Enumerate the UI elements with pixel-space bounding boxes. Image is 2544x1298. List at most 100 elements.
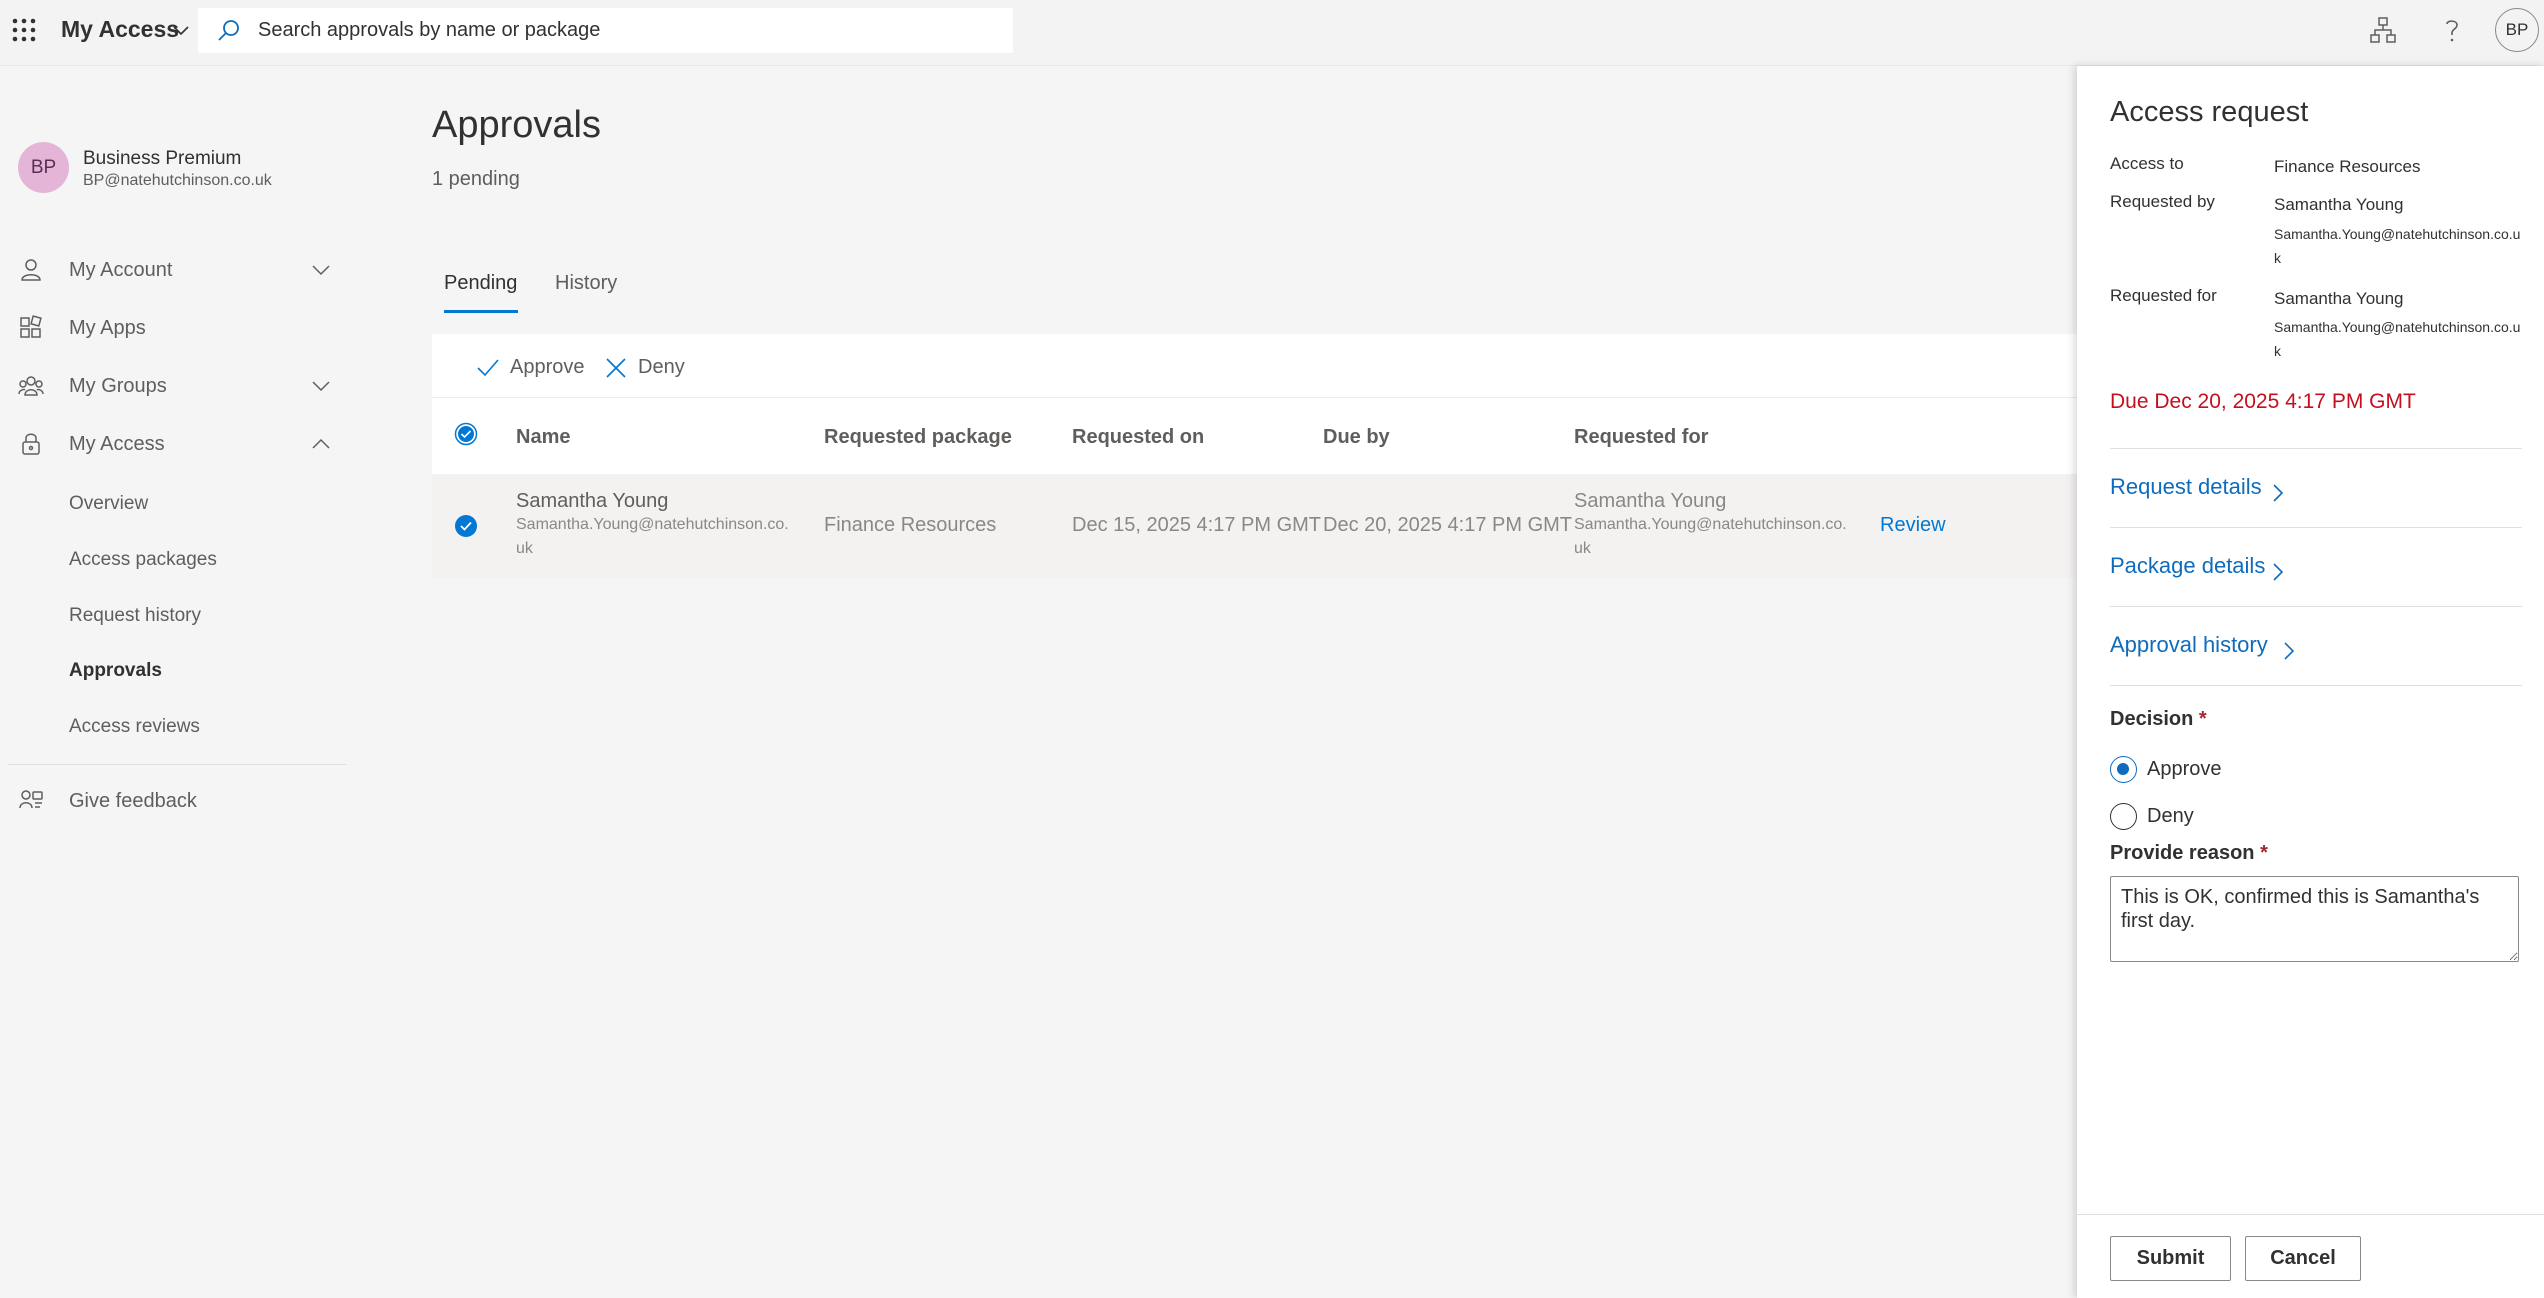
sidebar-item-label: My Account [69,259,173,281]
request-details-label: Request details [2110,474,2262,499]
groups-icon [18,376,44,396]
due-date: Due Dec 20, 2025 4:17 PM GMT [2110,390,2416,413]
package-details-expander[interactable]: Package details [2110,553,2284,587]
select-all-checkbox[interactable] [454,422,478,446]
panel-title: Access request [2110,96,2309,128]
feedback-icon [19,790,43,809]
sidebar: BP Business Premium BP@natehutchinson.co… [0,66,350,1298]
submit-button[interactable]: Submit [2110,1236,2231,1281]
requested-by-name: Samantha Young [2274,195,2404,214]
column-header-requested-for[interactable]: Requested for [1574,426,1708,449]
active-tab-indicator [444,310,518,313]
user-email: BP@natehutchinson.co.uk [83,172,272,189]
cancel-button[interactable]: Cancel [2245,1236,2361,1281]
requested-for-label: Requested for [2110,286,2217,305]
approve-radio-circle[interactable] [2110,756,2137,783]
package-details-label: Package details [2110,553,2266,578]
lock-icon [22,433,40,455]
required-mark: * [2260,842,2268,864]
user-avatar-button[interactable]: BP [2495,8,2539,52]
reason-label: Provide reason * [2110,842,2268,865]
chevron-right-icon [2284,642,2295,660]
requested-on-cell: Dec 15, 2025 4:17 PM GMT [1072,514,1322,536]
panel-divider [2110,606,2522,607]
requester-email-continued: uk [516,540,533,557]
org-chart-icon[interactable] [2367,14,2399,46]
user-name: Business Premium [83,148,242,169]
chevron-down-icon[interactable] [311,379,331,393]
sidebar-divider [8,764,346,765]
name-cell: Samantha Young Samantha.Young@natehutchi… [516,490,789,561]
requested-for-email-continued: uk [1574,540,1591,557]
top-bar: My Access BP [0,0,2544,66]
page-title: Approvals [432,104,601,146]
help-icon[interactable] [2436,14,2468,46]
requester-email: Samantha.Young@natehutchinson.co. [516,516,789,533]
requested-for-name: Samantha Young [2274,289,2404,308]
give-feedback-button[interactable]: Give feedback [0,778,345,824]
person-icon [21,259,41,281]
panel-footer-divider [2077,1214,2544,1215]
sidebar-item-label: Give feedback [69,790,197,812]
table-divider [432,397,2077,398]
sidebar-subitem-approvals[interactable]: Approvals [69,660,162,682]
row-checkbox[interactable] [454,514,478,538]
requested-for-cell: Samantha Young Samantha.Young@natehutchi… [1574,490,1847,561]
chevron-up-icon[interactable] [311,437,331,451]
sidebar-item-label: My Apps [69,317,146,339]
approve-label: Approve [510,356,585,378]
close-icon [606,358,626,378]
sidebar-item-my-groups[interactable]: My Groups [0,363,345,409]
request-details-expander[interactable]: Request details [2110,474,2284,508]
panel-divider [2110,685,2522,686]
required-mark: * [2198,708,2207,730]
app-launcher-icon[interactable] [10,16,38,44]
package-cell: Finance Resources [824,514,997,536]
deny-radio-circle[interactable] [2110,803,2137,830]
requested-by-label: Requested by [2110,192,2215,211]
deny-label: Deny [638,356,685,378]
requested-for-email: Samantha.Young@natehutchinson.co. [1574,516,1847,533]
panel-divider [2110,448,2522,449]
search-icon [218,20,239,41]
sidebar-subitem-access-reviews[interactable]: Access reviews [69,716,200,738]
sidebar-item-label: My Groups [69,375,167,397]
column-header-requested-on[interactable]: Requested on [1072,426,1204,449]
column-header-name[interactable]: Name [516,426,570,449]
approval-history-expander[interactable]: Approval history [2110,632,2295,666]
approvals-table: Approve Deny Name Requested package Requ… [432,334,2077,578]
access-request-panel: Access request Access to Finance Resourc… [2077,66,2544,1298]
tab-pending[interactable]: Pending [444,272,517,295]
chevron-down-icon[interactable] [172,24,190,38]
access-to-value: Finance Resources [2274,157,2421,176]
search-input[interactable] [258,8,998,53]
apps-icon [20,315,42,338]
sidebar-item-my-access[interactable]: My Access [0,421,345,467]
requested-for-name: Samantha Young [1574,490,1727,512]
sidebar-subitem-request-history[interactable]: Request history [69,605,201,627]
sidebar-item-my-apps[interactable]: My Apps [0,305,345,351]
table-row[interactable]: Samantha Young Samantha.Young@natehutchi… [432,474,2077,578]
search-box [198,8,1013,53]
reason-label-text: Provide reason [2110,842,2255,864]
app-title[interactable]: My Access [61,16,179,43]
requested-by-email: Samantha.Young@natehutchinson.co.uk [2274,226,2521,266]
decision-label: Decision * [2110,708,2207,731]
sidebar-item-my-account[interactable]: My Account [0,247,345,293]
tab-history[interactable]: History [555,272,617,295]
chevron-right-icon [2273,563,2284,581]
sidebar-subitem-access-packages[interactable]: Access packages [69,549,217,571]
column-header-due-by[interactable]: Due by [1323,426,1390,449]
requested-for-email: Samantha.Young@natehutchinson.co.uk [2274,319,2521,359]
avatar: BP [18,142,69,193]
sidebar-subitem-overview[interactable]: Overview [69,493,148,515]
sidebar-item-label: My Access [69,433,165,455]
pending-count: 1 pending [432,168,520,190]
chevron-down-icon[interactable] [311,263,331,277]
review-link[interactable]: Review [1880,514,1946,537]
radio-selected-dot [2117,763,2129,775]
reason-textarea[interactable]: This is OK, confirmed this is Samantha's… [2110,876,2519,962]
requester-name: Samantha Young [516,490,669,512]
approval-history-label: Approval history [2110,632,2268,657]
column-header-requested-package[interactable]: Requested package [824,426,1012,449]
